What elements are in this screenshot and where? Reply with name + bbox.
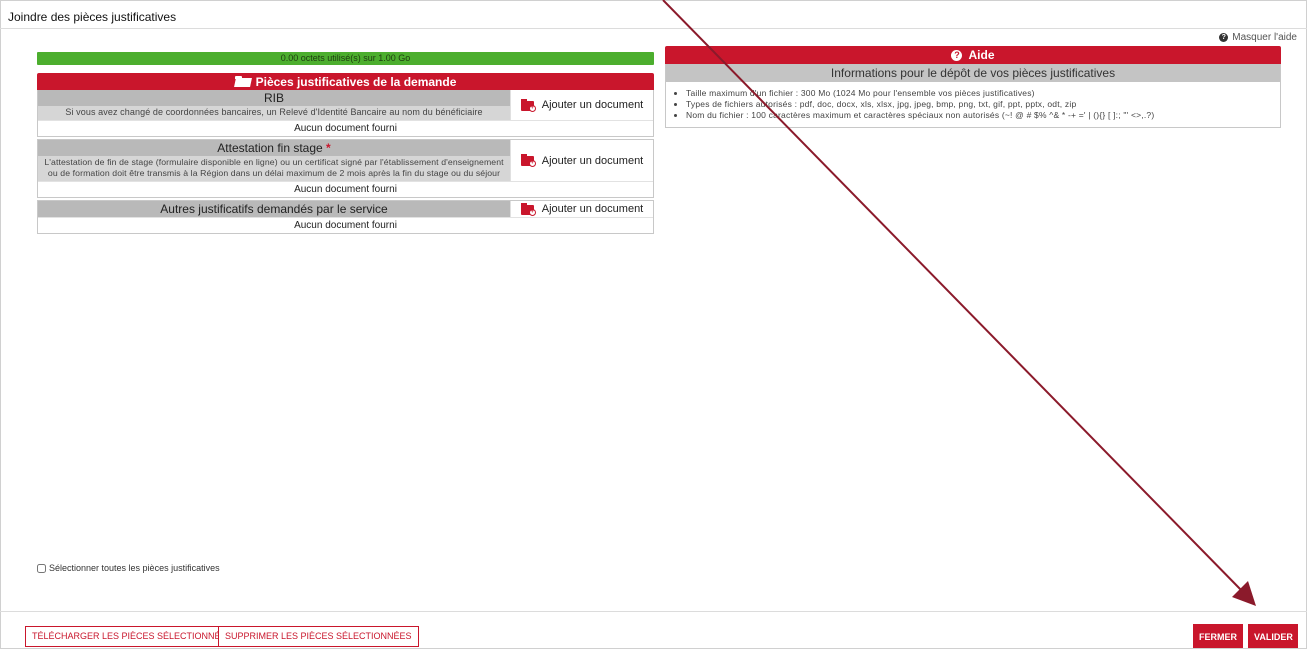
help-item: Nom du fichier : 100 caractères maximum … — [686, 110, 1280, 121]
folder-add-icon: + — [520, 202, 536, 216]
help-title: Aide — [968, 48, 995, 62]
add-document-button[interactable]: + Ajouter un document — [510, 201, 653, 217]
title-divider — [0, 28, 1307, 29]
help-panel: ? Aide Informations pour le dépôt de vos… — [665, 46, 1281, 128]
document-description: L'attestation de fin de stage (formulair… — [44, 157, 504, 178]
add-document-label: Ajouter un document — [541, 154, 644, 167]
select-all-label: Sélectionner toutes les pièces justifica… — [49, 563, 220, 573]
hide-help-toggle[interactable]: ? Masquer l'aide — [1219, 32, 1297, 43]
document-status: Aucun document fourni — [38, 120, 653, 136]
select-all-checkbox[interactable] — [37, 563, 46, 573]
validate-button[interactable]: VALIDER — [1248, 624, 1298, 648]
document-item-attestation: Attestation fin stage * L'attestation de… — [37, 139, 654, 198]
folder-open-icon — [234, 76, 251, 87]
required-marker: * — [326, 141, 331, 155]
add-document-label: Ajouter un document — [541, 99, 644, 111]
help-header: ? Aide — [665, 46, 1281, 64]
document-status: Aucun document fourni — [38, 217, 653, 233]
storage-quota-bar: 0.00 octets utilisé(s) sur 1.00 Go — [37, 52, 654, 65]
footer-divider — [0, 611, 1307, 612]
question-circle-icon: ? — [1219, 33, 1229, 42]
dialog-title: Joindre des pièces justificatives — [8, 10, 177, 24]
document-description: Si vous avez changé de coordonnées banca… — [65, 107, 483, 117]
document-status: Aucun document fourni — [38, 181, 653, 197]
dialog: Joindre des pièces justificatives ? Masq… — [0, 0, 1307, 649]
document-name-text: Attestation fin stage — [217, 141, 323, 155]
help-subtitle: Informations pour le dépôt de vos pièces… — [666, 64, 1280, 82]
help-content: Informations pour le dépôt de vos pièces… — [665, 64, 1281, 128]
document-name: Attestation fin stage * — [38, 140, 510, 156]
help-item: Taille maximum d'un fichier : 300 Mo (10… — [686, 88, 1280, 99]
select-all[interactable]: Sélectionner toutes les pièces justifica… — [37, 563, 220, 573]
document-info: RIB Si vous avez changé de coordonnées b… — [38, 90, 510, 120]
document-item-rib: RIB Si vous avez changé de coordonnées b… — [37, 90, 654, 137]
close-button[interactable]: FERMER — [1193, 624, 1243, 648]
document-name: Autres justificatifs demandés par le ser… — [38, 201, 510, 217]
documents-section-title: Pièces justificatives de la demande — [255, 74, 457, 89]
document-item-other: Autres justificatifs demandés par le ser… — [37, 200, 654, 234]
document-name: RIB — [38, 90, 510, 106]
document-info: Attestation fin stage * L'attestation de… — [38, 140, 510, 181]
folder-add-icon: + — [520, 154, 536, 167]
download-selected-button[interactable]: TÉLÉCHARGER LES PIÈCES SÉLECTIONNÉES — [25, 626, 240, 647]
documents-section-header: Pièces justificatives de la demande — [37, 73, 654, 90]
annotation-arrow-head — [1232, 581, 1256, 606]
folder-add-icon: + — [520, 98, 536, 112]
add-document-label: Ajouter un document — [541, 203, 644, 215]
add-document-button[interactable]: + Ajouter un document — [510, 90, 653, 120]
help-item: Types de fichiers autorisés : pdf, doc, … — [686, 99, 1280, 110]
hide-help-label: Masquer l'aide — [1232, 32, 1297, 43]
documents-column: 0.00 octets utilisé(s) sur 1.00 Go Pièce… — [37, 52, 654, 234]
add-document-button[interactable]: + Ajouter un document — [510, 140, 653, 181]
help-list: Taille maximum d'un fichier : 300 Mo (10… — [666, 82, 1280, 127]
delete-selected-button[interactable]: SUPPRIMER LES PIÈCES SÉLECTIONNÉES — [218, 626, 419, 647]
question-circle-icon: ? — [951, 49, 963, 61]
document-info: Autres justificatifs demandés par le ser… — [38, 201, 510, 217]
